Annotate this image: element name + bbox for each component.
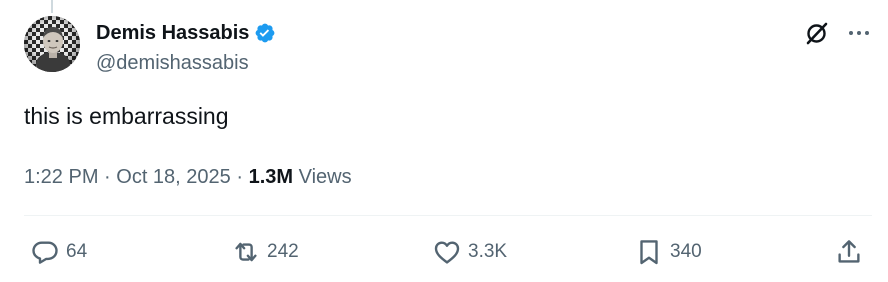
author-handle[interactable]: @demishassabis bbox=[96, 50, 249, 76]
grok-icon[interactable] bbox=[804, 20, 830, 46]
repost-count: 242 bbox=[267, 241, 299, 262]
views-count: 1.3M bbox=[248, 166, 294, 188]
divider bbox=[24, 215, 872, 216]
bookmark-button[interactable]: 340 bbox=[634, 236, 702, 268]
meta-separator: · bbox=[230, 166, 249, 188]
like-count: 3.3K bbox=[468, 241, 508, 262]
tweet-text: this is embarrassing bbox=[24, 103, 229, 129]
bookmark-count: 340 bbox=[670, 241, 702, 262]
author-display-name[interactable]: Demis Hassabis bbox=[96, 20, 249, 46]
tweet-date[interactable]: Oct 18, 2025 bbox=[116, 166, 231, 188]
repost-icon bbox=[235, 242, 257, 262]
share-button[interactable] bbox=[834, 236, 864, 268]
more-options-icon[interactable] bbox=[846, 20, 872, 46]
like-button[interactable]: 3.3K bbox=[432, 236, 507, 268]
views-link[interactable]: 1.3M Views bbox=[249, 166, 352, 188]
tweet-time[interactable]: 1:22 PM bbox=[24, 166, 98, 188]
tweet-meta: 1:22 PM · Oct 18, 2025 · 1.3M Views bbox=[24, 163, 352, 191]
repost-button[interactable]: 242 bbox=[231, 236, 299, 268]
verified-badge-icon[interactable] bbox=[254, 22, 276, 44]
meta-separator: · bbox=[98, 166, 117, 188]
bookmark-icon bbox=[640, 240, 658, 265]
avatar[interactable] bbox=[24, 16, 80, 72]
like-icon bbox=[434, 241, 460, 264]
thread-connector-line bbox=[51, 0, 53, 13]
reply-button[interactable]: 64 bbox=[30, 236, 87, 268]
avatar-image bbox=[24, 16, 80, 72]
share-icon bbox=[838, 240, 860, 263]
reply-icon bbox=[32, 241, 58, 264]
reply-count: 64 bbox=[66, 241, 88, 262]
author-name-row: Demis Hassabis bbox=[96, 20, 276, 46]
views-label: Views bbox=[298, 166, 352, 188]
